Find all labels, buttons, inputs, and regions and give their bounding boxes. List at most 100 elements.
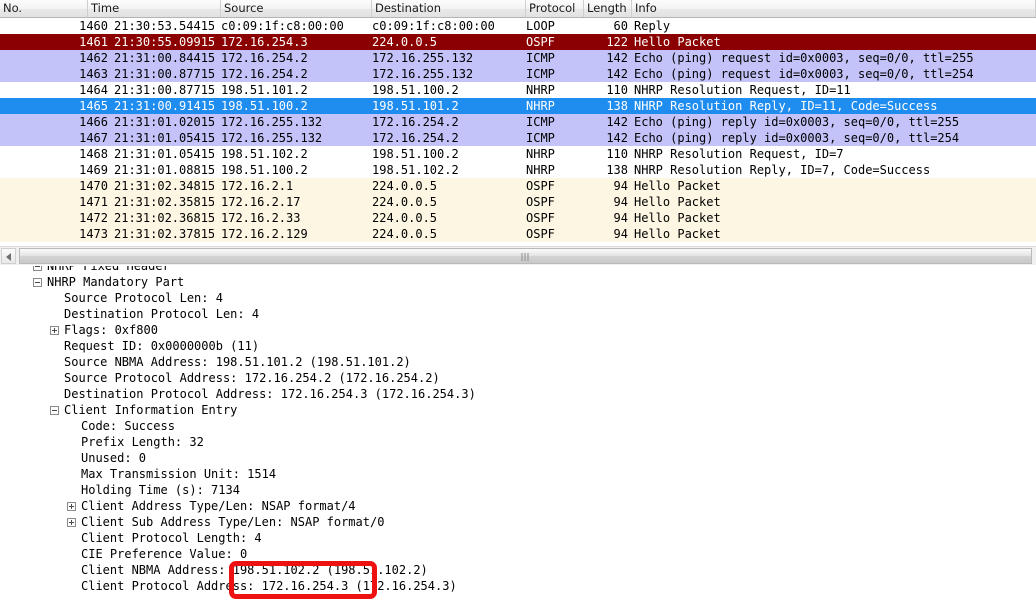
detail-tree-item[interactable]: Client NBMA Address: 198.51.102.2 (198.5…: [0, 562, 1036, 578]
cell-prot: NHRP: [526, 162, 584, 178]
table-row[interactable]: 147221:31:02.368152172.16.2.33224.0.0.5O…: [0, 210, 1036, 226]
cell-info: Echo (ping) reply id=0x0003, seq=0/0, tt…: [634, 130, 1034, 146]
packet-list-rows[interactable]: 146021:30:53.544152c0:09:1f:c8:00:00c0:0…: [0, 18, 1036, 242]
detail-tree-item[interactable]: Unused: 0: [0, 450, 1036, 466]
detail-tree-item[interactable]: Source NBMA Address: 198.51.101.2 (198.5…: [0, 354, 1036, 370]
cell-dst: 224.0.0.5: [372, 210, 520, 226]
column-header-len[interactable]: Length: [584, 0, 632, 17]
detail-tree-item[interactable]: Holding Time (s): 7134: [0, 482, 1036, 498]
cell-dst: 224.0.0.5: [372, 34, 520, 50]
cell-prot: OSPF: [526, 178, 584, 194]
detail-tree-item[interactable]: Prefix Length: 32: [0, 434, 1036, 450]
cell-info: Reply: [634, 18, 1034, 34]
packet-list-horizontal-scrollbar[interactable]: [0, 246, 1036, 265]
column-header-src[interactable]: Source: [221, 0, 372, 17]
scrollbar-grip-icon: [521, 253, 530, 261]
cell-no: 1468: [0, 146, 108, 162]
cell-len: 122: [578, 34, 628, 50]
detail-tree-item[interactable]: Code: Success: [0, 418, 1036, 434]
cell-no: 1473: [0, 226, 108, 242]
detail-tree-item[interactable]: Source Protocol Address: 172.16.254.2 (1…: [0, 370, 1036, 386]
detail-tree-label: Client Protocol Address: 172.16.254.3 (1…: [81, 578, 457, 594]
detail-tree-item[interactable]: Client Protocol Length: 4: [0, 530, 1036, 546]
column-header-info[interactable]: Info: [632, 0, 1036, 17]
detail-tree-label: Unused: 0: [81, 450, 146, 466]
cell-info: NHRP Resolution Reply, ID=7, Code=Succes…: [634, 162, 1034, 178]
column-header-prot[interactable]: Protocol: [526, 0, 584, 17]
table-row[interactable]: 147021:31:02.348152172.16.2.1224.0.0.5OS…: [0, 178, 1036, 194]
cell-info: Echo (ping) request id=0x0003, seq=0/0, …: [634, 50, 1034, 66]
detail-tree-item[interactable]: Client Information Entry: [0, 402, 1036, 418]
detail-tree-label: Destination Protocol Len: 4: [64, 306, 259, 322]
detail-tree-item[interactable]: Client Address Type/Len: NSAP format/4: [0, 498, 1036, 514]
cell-dst: 224.0.0.5: [372, 226, 520, 242]
table-row[interactable]: 146421:31:00.877152198.51.101.2198.51.10…: [0, 82, 1036, 98]
table-row[interactable]: 146621:31:01.020152172.16.255.132172.16.…: [0, 114, 1036, 130]
cell-prot: ICMP: [526, 50, 584, 66]
cell-src: 172.16.254.2: [221, 50, 367, 66]
cell-time: 21:31:02.378152: [114, 226, 214, 242]
cell-len: 94: [578, 210, 628, 226]
detail-tree-item[interactable]: NHRP Fixed Header: [0, 266, 1036, 274]
cell-time: 21:31:00.914152: [114, 98, 214, 114]
detail-tree-label: Client Protocol Length: 4: [81, 530, 262, 546]
table-row[interactable]: 146721:31:01.054152172.16.255.132172.16.…: [0, 130, 1036, 146]
packet-list-pane[interactable]: No.TimeSourceDestinationProtocolLengthIn…: [0, 0, 1036, 246]
cell-no: 1470: [0, 178, 108, 194]
table-row[interactable]: 146321:31:00.877152172.16.254.2172.16.25…: [0, 66, 1036, 82]
detail-tree-label: Source Protocol Address: 172.16.254.2 (1…: [64, 370, 440, 386]
detail-tree-item[interactable]: CIE Preference Value: 0: [0, 546, 1036, 562]
detail-tree-item[interactable]: Flags: 0xf800: [0, 322, 1036, 338]
scroll-left-arrow-icon[interactable]: [1, 248, 16, 264]
table-row[interactable]: 146821:31:01.054152198.51.102.2198.51.10…: [0, 146, 1036, 162]
cell-no: 1464: [0, 82, 108, 98]
cell-dst: 172.16.254.2: [372, 130, 520, 146]
column-header-time[interactable]: Time: [88, 0, 221, 17]
table-row[interactable]: 146221:31:00.844152172.16.254.2172.16.25…: [0, 50, 1036, 66]
detail-tree-label: Request ID: 0x0000000b (11): [64, 338, 259, 354]
cell-info: NHRP Resolution Request, ID=11: [634, 82, 1034, 98]
table-row[interactable]: 146121:30:55.099152172.16.254.3224.0.0.5…: [0, 34, 1036, 50]
detail-tree-label: Flags: 0xf800: [64, 322, 158, 338]
column-header-no[interactable]: No.: [0, 0, 88, 17]
cell-src: 172.16.2.33: [221, 210, 367, 226]
detail-tree-label: Client Sub Address Type/Len: NSAP format…: [81, 514, 384, 530]
detail-tree-item[interactable]: Destination Protocol Address: 172.16.254…: [0, 386, 1036, 402]
packet-detail-pane[interactable]: NHRP Fixed HeaderNHRP Mandatory PartSour…: [0, 266, 1036, 598]
cell-prot: OSPF: [526, 210, 584, 226]
scrollbar-thumb[interactable]: [19, 248, 1032, 264]
table-row[interactable]: 1473 21:31:02.378152 172.16.2.129 224.0.0.5…: [0, 226, 1036, 242]
table-row[interactable]: 146521:31:00.914152198.51.100.2198.51.10…: [0, 98, 1036, 114]
cell-src: 198.51.102.2: [221, 146, 367, 162]
expand-icon[interactable]: [67, 502, 76, 511]
cell-info: Hello Packet: [634, 210, 1034, 226]
detail-tree-label: CIE Preference Value: 0: [81, 546, 247, 562]
detail-tree-item[interactable]: NHRP Mandatory Part: [0, 274, 1036, 290]
collapse-icon[interactable]: [33, 278, 42, 287]
cell-no: 1460: [0, 18, 108, 34]
detail-tree-item[interactable]: Client Sub Address Type/Len: NSAP format…: [0, 514, 1036, 530]
detail-tree-item[interactable]: Source Protocol Len: 4: [0, 290, 1036, 306]
detail-tree-item[interactable]: Client Protocol Address: 172.16.254.3 (1…: [0, 578, 1036, 594]
cell-src: 172.16.2.129: [221, 226, 367, 242]
column-header-dst[interactable]: Destination: [372, 0, 526, 17]
cell-prot: ICMP: [526, 66, 584, 82]
packet-list-column-header[interactable]: No.TimeSourceDestinationProtocolLengthIn…: [0, 0, 1036, 18]
cell-time: 21:31:00.877152: [114, 82, 214, 98]
collapse-icon[interactable]: [50, 406, 59, 415]
collapse-icon[interactable]: [33, 266, 42, 271]
expand-icon[interactable]: [50, 326, 59, 335]
expand-icon[interactable]: [67, 518, 76, 527]
cell-dst: 172.16.255.132: [372, 50, 520, 66]
cell-no: 1472: [0, 210, 108, 226]
detail-tree-item[interactable]: Max Transmission Unit: 1514: [0, 466, 1036, 482]
detail-tree-item[interactable]: Request ID: 0x0000000b (11): [0, 338, 1036, 354]
table-row[interactable]: 146921:31:01.088152198.51.100.2198.51.10…: [0, 162, 1036, 178]
cell-prot: NHRP: [526, 98, 584, 114]
cell-no: 1471: [0, 194, 108, 210]
cell-prot: LOOP: [526, 18, 584, 34]
table-row[interactable]: 147121:31:02.358152172.16.2.17224.0.0.5O…: [0, 194, 1036, 210]
detail-tree-item[interactable]: Destination Protocol Len: 4: [0, 306, 1036, 322]
cell-time: 21:30:53.544152: [114, 18, 214, 34]
table-row[interactable]: 146021:30:53.544152c0:09:1f:c8:00:00c0:0…: [0, 18, 1036, 34]
